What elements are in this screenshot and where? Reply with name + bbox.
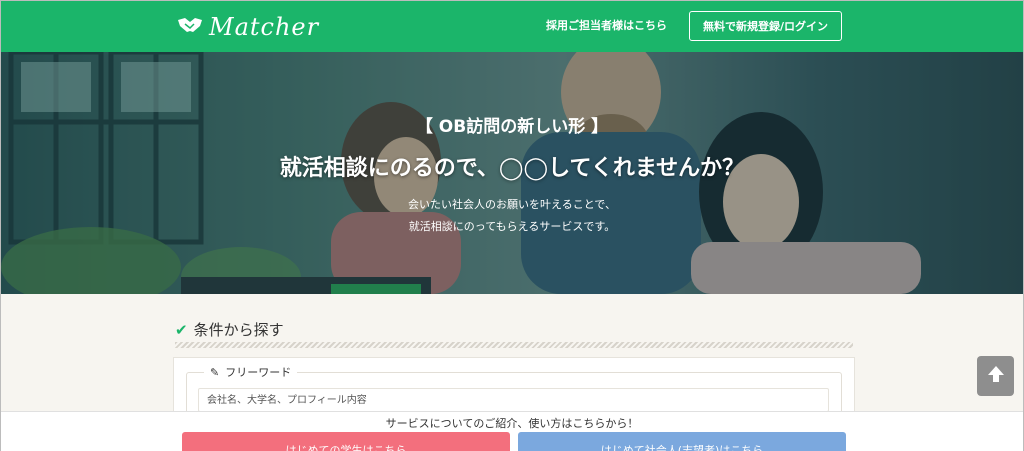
freeword-search-input[interactable] (198, 388, 829, 412)
first-time-working-button[interactable]: はじめて社会人(志望者)はこちら (518, 432, 846, 451)
arrow-up-icon (986, 364, 1006, 388)
hero-tagline: 【 OB訪問の新しい形 】 (415, 117, 609, 137)
hero-banner: 【 OB訪問の新しい形 】 就活相談にのるので、◯◯してくれませんか？ 会いたい… (1, 52, 1023, 294)
hero-title: 就活相談にのるので、◯◯してくれませんか？ (279, 156, 745, 181)
freeword-legend: ✎ フリーワード (204, 364, 298, 380)
pencil-icon: ✎ (210, 365, 220, 379)
search-section-title: ✔ 条件から探す (175, 319, 284, 340)
section-divider (175, 342, 853, 348)
bottom-cta-bar: サービスについてのご紹介、使い方はこちらから！ はじめての学生はこちら はじめて… (1, 411, 1023, 451)
service-intro-text: サービスについてのご紹介、使い方はこちらから！ (385, 417, 639, 430)
hero-subtitle-line2: 就活相談にのってもらえるサービスです。 (408, 220, 616, 233)
logo[interactable]: Matcher (177, 12, 319, 42)
first-time-student-button[interactable]: はじめての学生はこちら (182, 432, 510, 451)
freeword-label: フリーワード (225, 366, 292, 379)
recruiter-link[interactable]: 採用ご担当者様はこちら (546, 17, 667, 33)
hero-subtitle-line1: 会いたい社会人のお願いを叶えることで、 (408, 198, 616, 211)
signup-login-button[interactable]: 無料で新規登録/ログイン (689, 11, 842, 41)
section-title-text: 条件から探す (193, 321, 284, 339)
check-icon: ✔ (175, 320, 188, 339)
handshake-icon (177, 16, 203, 38)
logo-text: Matcher (209, 13, 320, 41)
site-header: Matcher 採用ご担当者様はこちら 無料で新規登録/ログイン (1, 1, 1023, 52)
scroll-to-top-button[interactable] (977, 356, 1014, 396)
